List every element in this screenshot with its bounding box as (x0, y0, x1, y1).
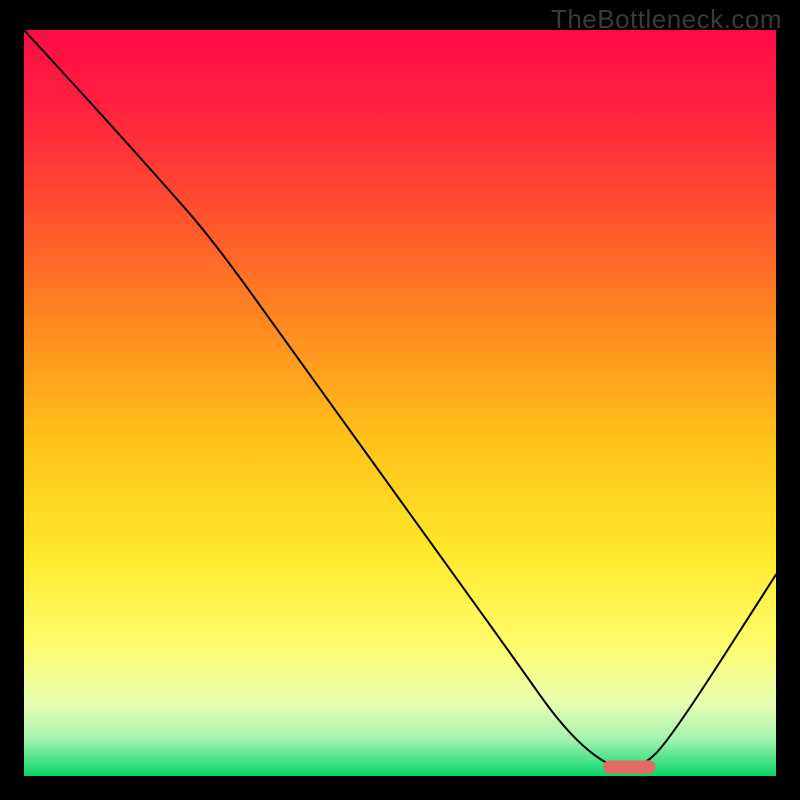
chart-plot-area (24, 30, 776, 776)
chart-svg (24, 30, 776, 776)
watermark-text: TheBottleneck.com (551, 4, 782, 35)
sweet-spot-marker (603, 760, 656, 773)
chart-background (24, 30, 776, 776)
